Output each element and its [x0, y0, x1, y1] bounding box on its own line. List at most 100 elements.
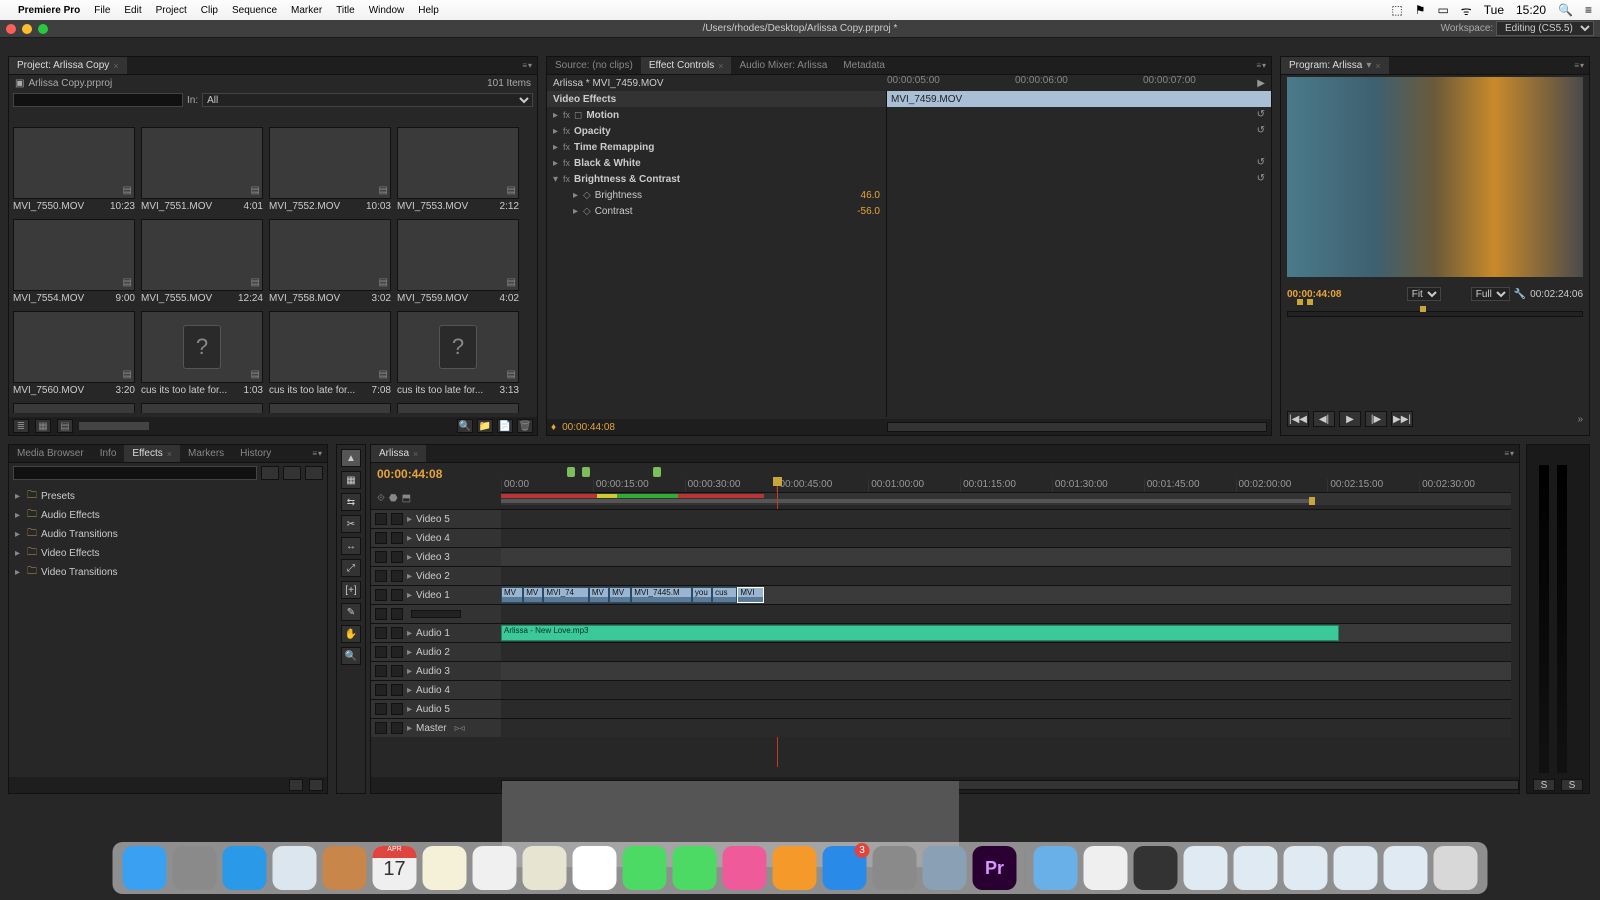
disclosure-icon[interactable]: ▸: [573, 206, 583, 217]
track-lane[interactable]: [501, 700, 1511, 718]
track-lane[interactable]: [501, 681, 1511, 699]
solo-toggle[interactable]: [391, 722, 403, 734]
status-time[interactable]: 15:20: [1516, 3, 1546, 17]
track-name[interactable]: Video 1: [416, 590, 450, 601]
fxbrowser-tab[interactable]: History: [232, 445, 279, 462]
app-name[interactable]: Premiere Pro: [18, 5, 80, 16]
audio-track[interactable]: ▸Audio 5: [371, 699, 1511, 718]
track-name[interactable]: Audio 1: [416, 628, 450, 639]
sequence-tab[interactable]: Arlissa×: [371, 445, 426, 462]
track-output-toggle[interactable]: [375, 589, 387, 601]
tool-button[interactable]: ✎: [341, 603, 361, 621]
filter-in-select[interactable]: All: [202, 93, 533, 107]
clip-thumbnail[interactable]: [397, 219, 519, 291]
track-name[interactable]: Audio 5: [416, 704, 450, 715]
step-back-button[interactable]: ◀|: [1313, 411, 1335, 427]
dock-item-s4[interactable]: [1334, 846, 1378, 890]
project-clip[interactable]: cus its too late for...7:08: [269, 311, 391, 397]
project-thumbnails[interactable]: MVI_7550.MOV10:23 MVI_7551.MOV4:01 MVI_7…: [13, 127, 533, 413]
status-search-icon[interactable]: 🔍: [1558, 3, 1573, 17]
video-clip[interactable]: cus: [712, 587, 737, 603]
effect-param[interactable]: ▸◇Contrast-56.0: [547, 203, 886, 219]
dock-app-finder[interactable]: [123, 846, 167, 890]
video-clip[interactable]: MV: [501, 587, 523, 603]
close-icon[interactable]: ×: [718, 61, 723, 71]
tool-button[interactable]: ✋: [341, 625, 361, 643]
status-flag-icon[interactable]: ⚑: [1415, 3, 1426, 17]
track-lock-toggle[interactable]: [391, 513, 403, 525]
project-clip[interactable]: [13, 403, 135, 413]
disclosure-icon[interactable]: ▾: [553, 174, 563, 185]
panel-menu-icon[interactable]: [1504, 449, 1515, 458]
zoom-window-button[interactable]: [38, 24, 48, 34]
track-lane[interactable]: [501, 529, 1511, 547]
effects-folder[interactable]: ▸🗀Video Transitions: [15, 563, 321, 582]
effect-row[interactable]: ▸fxBlack & White: [547, 155, 886, 171]
wrench-icon[interactable]: 🔧: [1514, 289, 1526, 300]
panel-menu-icon[interactable]: [1574, 61, 1585, 70]
menu-project[interactable]: Project: [156, 5, 187, 16]
project-clip[interactable]: cus its too late for...3:13: [397, 311, 519, 397]
clip-thumbnail[interactable]: [397, 403, 519, 413]
panel-menu-icon[interactable]: [522, 61, 533, 70]
dock-item-trash[interactable]: [1434, 846, 1478, 890]
effect-row[interactable]: ▾fxBrightness & Contrast: [547, 171, 886, 187]
new-bin-button[interactable]: 📁: [477, 419, 493, 433]
project-clip[interactable]: MVI_7551.MOV4:01: [141, 127, 263, 213]
bw-reset-icon[interactable]: ↺: [1257, 157, 1265, 168]
tool-button[interactable]: 🔍: [341, 647, 361, 665]
close-icon[interactable]: ×: [1375, 61, 1380, 71]
panel-menu-icon[interactable]: [312, 449, 323, 458]
track-name[interactable]: Video 3: [416, 552, 450, 563]
new-item-button[interactable]: 📄: [497, 419, 513, 433]
effect-param[interactable]: ▸◇Brightness46.0: [547, 187, 886, 203]
delete-button[interactable]: 🗑: [517, 419, 533, 433]
video-track[interactable]: ▸Video 2: [371, 566, 1511, 585]
effect-controls-scrollbar[interactable]: [887, 422, 1267, 432]
track-name[interactable]: Video 2: [416, 571, 450, 582]
effect-row[interactable]: ▸fxTime Remapping: [547, 139, 886, 155]
fx-toggle-icon[interactable]: fx: [563, 142, 570, 152]
project-clip[interactable]: MVI_7550.MOV10:23: [13, 127, 135, 213]
dock-app-reminders[interactable]: [473, 846, 517, 890]
audio-track[interactable]: ▸Audio 1Arlissa - New Love.mp3: [371, 623, 1511, 642]
motion-reset-icon[interactable]: ↺: [1257, 109, 1265, 120]
dock-item-s3[interactable]: [1284, 846, 1328, 890]
timeline-timecode[interactable]: 00:00:44:08: [371, 463, 448, 485]
new-custom-bin-button[interactable]: [289, 779, 303, 791]
effects-filter-32-icon[interactable]: [261, 466, 279, 480]
menu-window[interactable]: Window: [369, 5, 405, 16]
dock-app-facetime[interactable]: [673, 846, 717, 890]
solo-right-button[interactable]: S: [1561, 779, 1583, 791]
dock-app-maps[interactable]: [523, 846, 567, 890]
close-icon[interactable]: ×: [167, 449, 172, 459]
track-output-toggle[interactable]: [375, 570, 387, 582]
dock-app-messages[interactable]: [623, 846, 667, 890]
clip-thumbnail[interactable]: [141, 403, 263, 413]
video-track[interactable]: ▸Video 4: [371, 528, 1511, 547]
track-lane[interactable]: [501, 510, 1511, 528]
dock-item-s5[interactable]: [1384, 846, 1428, 890]
delete-custom-item-button[interactable]: [309, 779, 323, 791]
effects-filter-accel-icon[interactable]: [305, 466, 323, 480]
clip-thumbnail[interactable]: [269, 219, 391, 291]
mute-toggle[interactable]: [375, 665, 387, 677]
dock-app-calendar[interactable]: APR17: [373, 846, 417, 890]
video-clip[interactable]: MVI_7445.M: [631, 587, 692, 603]
disclosure-icon[interactable]: ▸: [15, 567, 23, 578]
source-panel-tab[interactable]: Effect Controls×: [641, 57, 732, 74]
track-sync-toggle[interactable]: [391, 608, 403, 620]
track-name[interactable]: Video 4: [416, 533, 450, 544]
project-clip[interactable]: MVI_7555.MOV12:24: [141, 219, 263, 305]
track-lane[interactable]: MVMVMVI_74MVMVMVI_7445.MyoucusMVI: [501, 586, 1511, 604]
audio-track[interactable]: ▸Master▹◃: [371, 718, 1511, 737]
track-lane[interactable]: [501, 643, 1511, 661]
track-lock-toggle[interactable]: [391, 570, 403, 582]
mute-toggle[interactable]: [375, 703, 387, 715]
clip-thumbnail[interactable]: [13, 219, 135, 291]
source-panel-tab[interactable]: Audio Mixer: Arlissa: [731, 57, 835, 74]
tool-button[interactable]: ✂: [341, 515, 361, 533]
project-clip[interactable]: [141, 403, 263, 413]
menu-edit[interactable]: Edit: [124, 5, 141, 16]
dock-app-preview[interactable]: [923, 846, 967, 890]
